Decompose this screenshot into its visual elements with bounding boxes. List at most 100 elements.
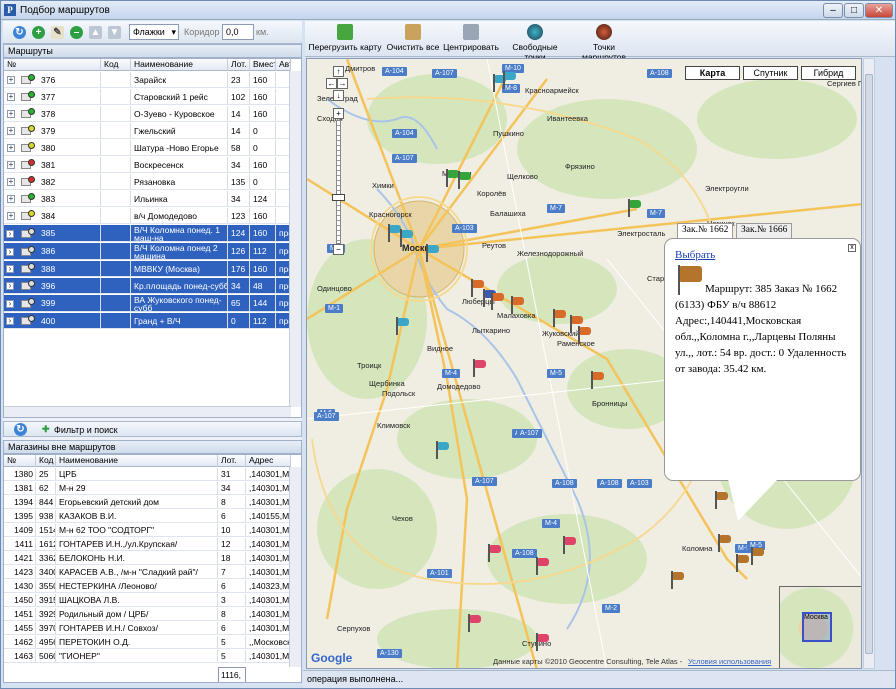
expand-toggle-icon[interactable]: +	[7, 212, 15, 220]
expand-toggle-icon[interactable]: +	[7, 110, 15, 118]
route-row[interactable]: +384 в/ч Домодедово 123 160	[4, 208, 291, 224]
add-icon[interactable]: +	[32, 26, 45, 39]
info-close-button[interactable]: x	[848, 244, 856, 252]
route-row[interactable]: ›386В/Ч Коломна понед 2 машина126112прос…	[4, 243, 291, 260]
route-point-flag-icon[interactable]	[510, 296, 524, 314]
col-auto[interactable]: Авто т	[276, 59, 291, 71]
col-address[interactable]: Адрес	[246, 455, 291, 467]
expand-toggle-icon[interactable]: +	[7, 76, 15, 84]
route-point-flag-icon[interactable]	[457, 171, 471, 189]
filter-search-button[interactable]: Фильтр и поиск	[54, 425, 118, 435]
map-vscroll[interactable]	[863, 58, 875, 669]
zoom-in-button[interactable]: +	[333, 108, 344, 119]
route-point-flag-icon[interactable]	[577, 326, 591, 344]
close-button[interactable]: ✕	[865, 3, 893, 18]
move-down-icon[interactable]: ▼	[108, 26, 121, 39]
route-point-flag-icon[interactable]	[627, 199, 641, 217]
col-num[interactable]: №	[4, 455, 36, 467]
route-point-flag-icon[interactable]	[399, 229, 413, 247]
route-row[interactable]: ›388МВВКУ (Москва)176160проста	[4, 261, 291, 277]
route-row[interactable]: +381 Воскресенск 34 160	[4, 157, 291, 173]
maximize-button[interactable]: □	[844, 3, 864, 18]
col-num[interactable]: №	[4, 59, 101, 71]
info-tab-order-1662[interactable]: Зак.№ 1662	[677, 223, 734, 238]
center-button[interactable]: Центрировать	[442, 23, 500, 55]
route-row[interactable]: +382 Рязановка 135 0	[4, 174, 291, 190]
route-point-flag-icon[interactable]	[670, 571, 684, 589]
map-type-hybrid-button[interactable]: Гибрид	[801, 66, 856, 80]
route-point-flag-icon[interactable]	[717, 534, 731, 552]
col-capacity[interactable]: Вмест.	[250, 59, 276, 71]
shop-row[interactable]: 14213362БЕЛОКОНЬ Н.И.18,140301,Мос	[4, 552, 291, 565]
routes-hscroll[interactable]	[4, 406, 291, 417]
shop-row[interactable]: 14503915ШАЦКОВА Л.В.3,140301,Мос	[4, 594, 291, 607]
edit-icon[interactable]: ✎	[51, 26, 64, 39]
col-code[interactable]: Код	[101, 59, 131, 71]
terms-link[interactable]: Условия использования	[688, 657, 771, 666]
route-point-flag-icon[interactable]	[472, 359, 486, 377]
route-row[interactable]: +378 О-Зуево - Куровское 14 160	[4, 106, 291, 122]
expand-toggle-icon[interactable]: ›	[6, 265, 14, 273]
route-row[interactable]: +379 Гжельский 14 0	[4, 123, 291, 139]
expand-toggle-icon[interactable]: +	[7, 144, 15, 152]
col-name[interactable]: Наименование	[56, 455, 218, 467]
route-row[interactable]: +383 Ильинка 34 124	[4, 191, 291, 207]
shop-row[interactable]: 14553970ГОНТАРЕВ И.Н./ Совхоз/6,140301,М…	[4, 622, 291, 635]
route-point-flag-icon[interactable]	[552, 309, 566, 327]
expand-toggle-icon[interactable]: ›	[6, 317, 14, 325]
col-name[interactable]: Наименование	[131, 59, 228, 71]
shop-row[interactable]: 1394 844 Егорьевский детский дом 8,140301,М…	[4, 496, 291, 509]
pan-left-button[interactable]: ←	[326, 78, 337, 89]
route-row[interactable]: +380 Шатура -Ново Егорье 58 0	[4, 140, 291, 156]
expand-toggle-icon[interactable]: ›	[6, 247, 14, 256]
select-link[interactable]: Выбрать	[675, 249, 715, 261]
col-lot[interactable]: Лот.	[218, 455, 246, 467]
route-point-flag-icon[interactable]	[467, 614, 481, 632]
clear-all-button[interactable]: Очистить все	[385, 23, 441, 55]
shop-row[interactable]: 138025ЦРБ31,140301,Мос	[4, 468, 291, 481]
shops-vscroll[interactable]	[289, 467, 301, 667]
routes-vscroll[interactable]	[289, 71, 301, 407]
route-point-flag-icon[interactable]	[750, 547, 764, 565]
refresh-icon[interactable]: ↻	[14, 423, 27, 436]
route-point-flag-icon[interactable]	[487, 544, 501, 562]
shop-row[interactable]: 14233400КАРАСЕВ А.В., /м-н "Сладкий рай"…	[4, 566, 291, 579]
route-row[interactable]: ›396Кр.площадь понед-субб3448проста	[4, 278, 291, 294]
pan-right-button[interactable]: →	[337, 78, 348, 89]
route-point-flag-icon[interactable]	[590, 371, 604, 389]
route-point-flag-icon[interactable]	[502, 71, 516, 89]
shop-row[interactable]: 14303550НЕСТЕРКИНА /Леоново/6,140323,Мос	[4, 580, 291, 593]
col-code[interactable]: Код	[36, 455, 56, 467]
route-point-flag-icon[interactable]	[562, 536, 576, 554]
expand-toggle-icon[interactable]: ›	[6, 299, 14, 308]
expand-toggle-icon[interactable]: +	[7, 127, 15, 135]
expand-toggle-icon[interactable]: +	[7, 178, 15, 186]
map-type-map-button[interactable]: Карта	[685, 66, 740, 80]
shop-row[interactable]: 14091514М-н 62 ТОО "СОДТОРГ"10,140301,Мо…	[4, 524, 291, 537]
route-row[interactable]: ›385В/Ч Коломна понед. 1 маш-на124160про…	[4, 225, 291, 242]
map-type-satellite-button[interactable]: Спутник	[743, 66, 798, 80]
expand-toggle-icon[interactable]: ›	[6, 282, 14, 290]
route-row[interactable]: ›399ВА Жуковского понед-субб65144проста	[4, 295, 291, 312]
map-vscroll-thumb[interactable]	[865, 74, 873, 654]
shop-row[interactable]: 14635060"ГИОНЕР"5,140301,Мос	[4, 650, 291, 663]
shop-row[interactable]: 14624956ПЕРЕТОКИН О.Д.5,,Московска	[4, 636, 291, 649]
route-row[interactable]: +376 Зарайск 23 160	[4, 72, 291, 88]
expand-toggle-icon[interactable]: +	[7, 93, 15, 101]
shop-row[interactable]: 1395938КАЗАКОВ В.И.6,140155,Мос	[4, 510, 291, 523]
expand-toggle-icon[interactable]: +	[7, 195, 15, 203]
route-point-flag-icon[interactable]	[395, 317, 409, 335]
layer-select[interactable]: Флажки ▾	[129, 24, 179, 40]
zoom-slider-thumb[interactable]	[332, 194, 345, 201]
shop-row[interactable]: 138162М-н 2934,140301,Мос	[4, 482, 291, 495]
reload-map-button[interactable]: Перегрузить карту	[307, 23, 383, 55]
expand-toggle-icon[interactable]: ›	[6, 229, 14, 238]
shop-row[interactable]: 14513929Родильный дом / ЦРБ/8,140301,Мос	[4, 608, 291, 621]
remove-icon[interactable]: –	[70, 26, 83, 39]
route-point-flag-icon[interactable]	[425, 244, 439, 262]
route-point-flag-icon[interactable]	[535, 557, 549, 575]
route-point-flag-icon[interactable]	[435, 441, 449, 459]
expand-toggle-icon[interactable]: +	[7, 161, 15, 169]
route-point-flag-icon[interactable]	[490, 292, 504, 310]
col-lot[interactable]: Лот.	[228, 59, 250, 71]
